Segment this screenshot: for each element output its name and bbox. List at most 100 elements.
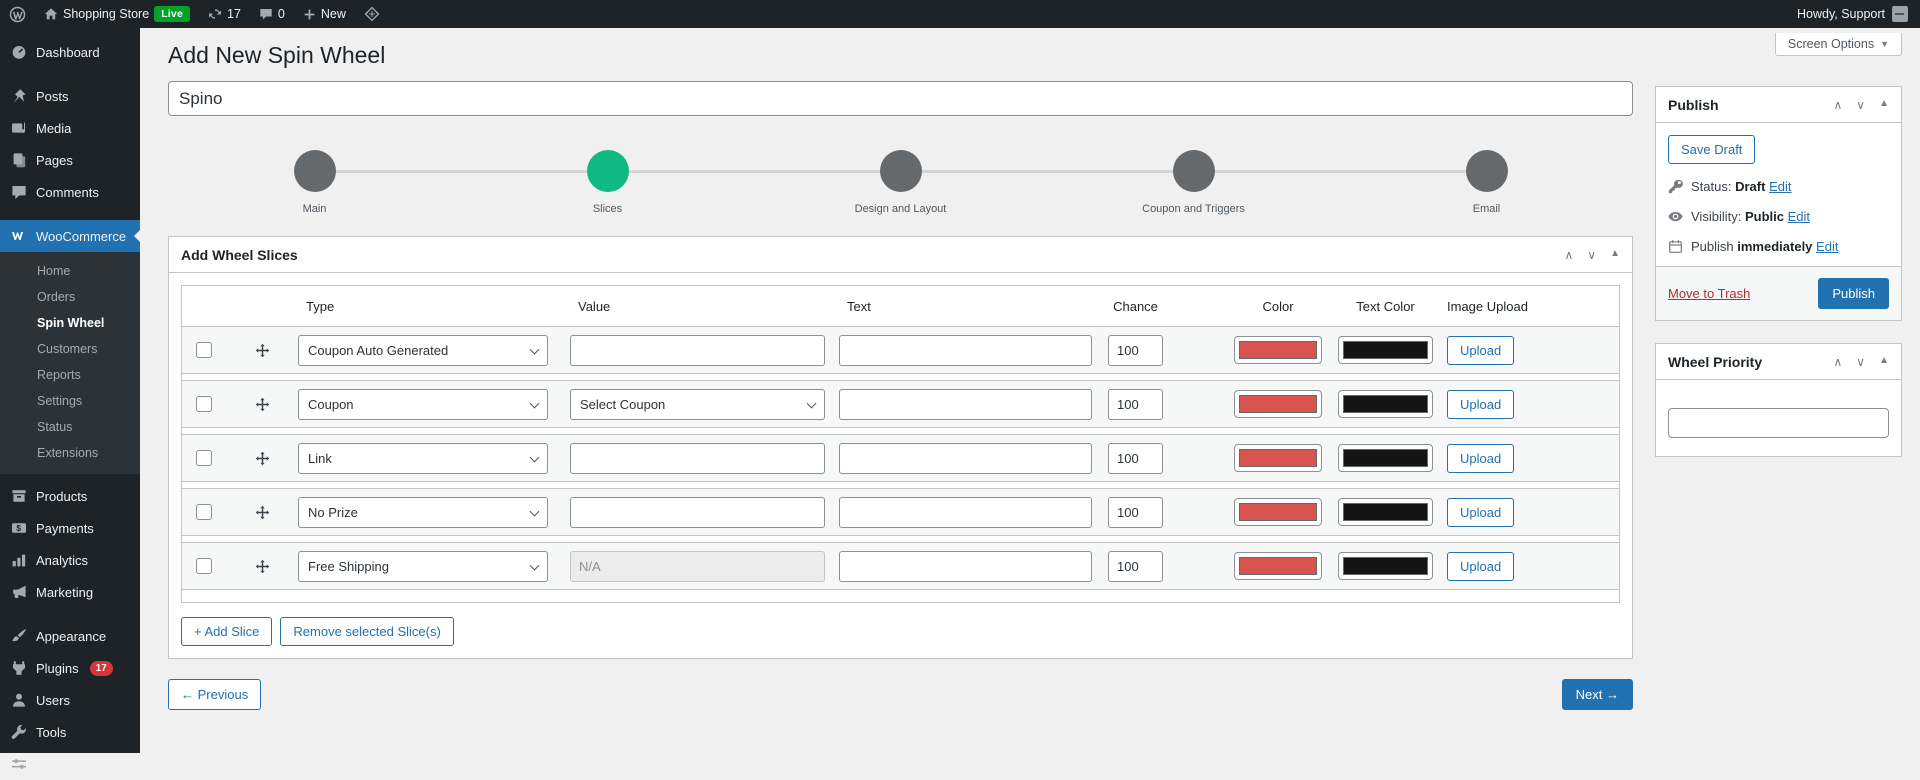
slice-text-input[interactable] — [839, 551, 1092, 582]
sidebar-item-pages[interactable]: Pages — [0, 144, 140, 176]
move-handle-icon[interactable] — [255, 505, 270, 520]
slice-type-select[interactable]: Link — [298, 443, 548, 474]
publish-button[interactable]: Publish — [1818, 278, 1889, 309]
remove-selected-slices-button[interactable]: Remove selected Slice(s) — [280, 617, 453, 646]
slice-chance-input[interactable] — [1108, 551, 1163, 582]
edit-status-link[interactable]: Edit — [1769, 179, 1791, 194]
move-to-trash-link[interactable]: Move to Trash — [1668, 286, 1750, 301]
slice-chance-input[interactable] — [1108, 497, 1163, 528]
slice-type-select[interactable]: No Prize — [298, 497, 548, 528]
slice-value-input[interactable] — [570, 497, 825, 528]
toggle-panel-icon[interactable]: ▲ — [1610, 248, 1620, 262]
slice-type-select[interactable]: Coupon Auto Generated — [298, 335, 548, 366]
priority-panel-header[interactable]: Wheel Priority ∧ ∨ ▲ — [1656, 344, 1901, 380]
slice-text-input[interactable] — [839, 497, 1092, 528]
save-draft-button[interactable]: Save Draft — [1668, 135, 1755, 164]
wheel-title-input[interactable] — [168, 81, 1633, 116]
toggle-panel-icon[interactable]: ▲ — [1879, 98, 1889, 112]
move-panel-down-icon[interactable]: ∨ — [1856, 98, 1865, 112]
next-button[interactable]: Next → — [1562, 679, 1633, 710]
sidebar-item-dashboard[interactable]: Dashboard — [0, 36, 140, 68]
slice-text-color-picker[interactable] — [1338, 390, 1433, 418]
sidebar-item-appearance[interactable]: Appearance — [0, 620, 140, 652]
new-item[interactable]: New — [294, 0, 355, 28]
move-handle-icon[interactable] — [255, 451, 270, 466]
wheel-priority-input[interactable] — [1668, 408, 1889, 438]
sidebar-item-plugins[interactable]: Plugins 17 — [0, 652, 140, 684]
move-handle-icon[interactable] — [255, 559, 270, 574]
step-circle[interactable] — [1466, 150, 1508, 192]
step-slices[interactable]: Slices — [461, 132, 754, 215]
step-email[interactable]: Email — [1340, 132, 1633, 215]
sidebar-item-tools[interactable]: Tools — [0, 716, 140, 748]
edit-schedule-link[interactable]: Edit — [1816, 239, 1838, 254]
upload-button[interactable]: Upload — [1447, 390, 1514, 419]
step-coupon-and-triggers[interactable]: Coupon and Triggers — [1047, 132, 1340, 215]
slice-chance-input[interactable] — [1108, 389, 1163, 420]
sidebar-item-woocommerce[interactable]: WooCommerce — [0, 220, 140, 252]
updates-item[interactable]: 17 — [199, 0, 250, 28]
sidebar-item-posts[interactable]: Posts — [0, 80, 140, 112]
move-panel-down-icon[interactable]: ∨ — [1587, 248, 1596, 262]
slice-type-select[interactable]: Coupon — [298, 389, 548, 420]
slice-select-checkbox[interactable] — [196, 342, 212, 358]
account-item[interactable]: Howdy, Support — [1797, 6, 1920, 22]
step-design-and-layout[interactable]: Design and Layout — [754, 132, 1047, 215]
sidebar-item-marketing[interactable]: Marketing — [0, 576, 140, 608]
toggle-panel-icon[interactable]: ▲ — [1879, 355, 1889, 369]
slice-text-color-picker[interactable] — [1338, 498, 1433, 526]
move-panel-up-icon[interactable]: ∧ — [1834, 355, 1843, 369]
upload-button[interactable]: Upload — [1447, 552, 1514, 581]
submenu-item-status[interactable]: Status — [0, 414, 140, 440]
slice-color-picker[interactable] — [1234, 336, 1322, 364]
slice-select-checkbox[interactable] — [196, 558, 212, 574]
sidebar-item-comments[interactable]: Comments — [0, 176, 140, 208]
slice-color-picker[interactable] — [1234, 498, 1322, 526]
step-circle[interactable] — [880, 150, 922, 192]
step-main[interactable]: Main — [168, 132, 461, 215]
edit-visibility-link[interactable]: Edit — [1788, 209, 1810, 224]
slice-text-color-picker[interactable] — [1338, 552, 1433, 580]
comments-item[interactable]: 0 — [250, 0, 294, 28]
upload-button[interactable]: Upload — [1447, 498, 1514, 527]
move-panel-down-icon[interactable]: ∨ — [1856, 355, 1865, 369]
panel-header[interactable]: Add Wheel Slices ∧ ∨ ▲ — [169, 237, 1632, 273]
slice-text-input[interactable] — [839, 389, 1092, 420]
slice-text-input[interactable] — [839, 335, 1092, 366]
slice-type-select[interactable]: Free Shipping — [298, 551, 548, 582]
move-panel-up-icon[interactable]: ∧ — [1565, 248, 1574, 262]
gem-item[interactable] — [355, 0, 389, 28]
previous-button[interactable]: ← Previous — [168, 679, 261, 710]
move-handle-icon[interactable] — [255, 343, 270, 358]
site-name-item[interactable]: Shopping Store Live — [35, 0, 199, 28]
slice-color-picker[interactable] — [1234, 552, 1322, 580]
slice-coupon-select[interactable]: Select Coupon — [570, 389, 825, 420]
slice-color-picker[interactable] — [1234, 444, 1322, 472]
slice-text-input[interactable] — [839, 443, 1092, 474]
slice-chance-input[interactable] — [1108, 335, 1163, 366]
screen-options-button[interactable]: Screen Options ▼ — [1775, 33, 1902, 56]
move-panel-up-icon[interactable]: ∧ — [1834, 98, 1843, 112]
step-circle-active[interactable] — [587, 150, 629, 192]
submenu-item-orders[interactable]: Orders — [0, 284, 140, 310]
slice-text-color-picker[interactable] — [1338, 336, 1433, 364]
slice-value-input[interactable] — [570, 335, 825, 366]
sidebar-item-products[interactable]: Products — [0, 480, 140, 512]
slice-select-checkbox[interactable] — [196, 504, 212, 520]
slice-value-input[interactable] — [570, 443, 825, 474]
move-handle-icon[interactable] — [255, 397, 270, 412]
wp-logo[interactable] — [0, 0, 35, 28]
slice-select-checkbox[interactable] — [196, 450, 212, 466]
upload-button[interactable]: Upload — [1447, 444, 1514, 473]
publish-panel-header[interactable]: Publish ∧ ∨ ▲ — [1656, 87, 1901, 123]
submenu-item-spin-wheel[interactable]: Spin Wheel — [0, 310, 140, 336]
sidebar-item-analytics[interactable]: Analytics — [0, 544, 140, 576]
submenu-item-extensions[interactable]: Extensions — [0, 440, 140, 466]
submenu-item-reports[interactable]: Reports — [0, 362, 140, 388]
add-slice-button[interactable]: + Add Slice — [181, 617, 272, 646]
slice-color-picker[interactable] — [1234, 390, 1322, 418]
submenu-item-customers[interactable]: Customers — [0, 336, 140, 362]
submenu-item-home[interactable]: Home — [0, 258, 140, 284]
sidebar-item-payments[interactable]: $ Payments — [0, 512, 140, 544]
step-circle[interactable] — [1173, 150, 1215, 192]
